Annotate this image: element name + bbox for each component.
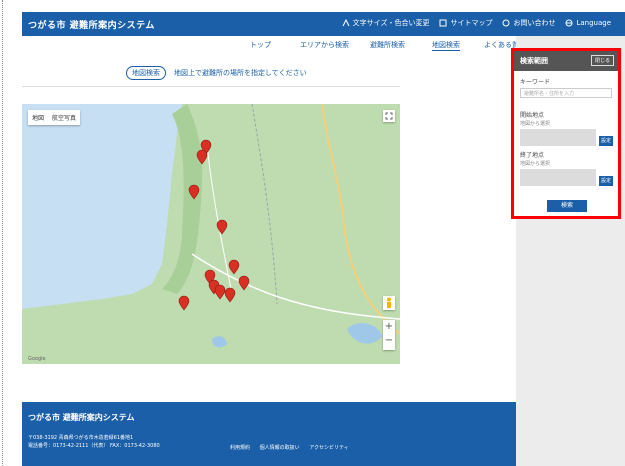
site-brand[interactable]: つがる市 避難所案内システム	[28, 18, 155, 31]
site-header: つがる市 避難所案内システム 文字サイズ・色合い変更 サイトマップ お問い合わせ…	[22, 12, 625, 36]
search-button[interactable]: 検索	[547, 200, 587, 212]
nav-item-map-search[interactable]: 地図検索	[432, 40, 460, 51]
keyword-input[interactable]: 避難所名・住所を入力	[520, 88, 612, 98]
start-point-hint: 地図から選択	[520, 121, 551, 127]
map-type-switch[interactable]: 地図 航空写真	[28, 110, 80, 125]
header-link-label: Language	[576, 19, 611, 27]
page-edge-divider	[2, 0, 3, 466]
start-point-label: 開始地点	[520, 112, 545, 119]
search-panel-title: 検索範囲	[520, 57, 548, 65]
street-view-button[interactable]	[383, 296, 395, 310]
footer-brand: つがる市 避難所案内システム	[28, 413, 135, 422]
footer-address-line: 電話番号：0173-42-2111（代表） FAX：0173-42-3080	[28, 443, 160, 449]
sitemap-icon	[439, 19, 447, 27]
header-link-sitemap[interactable]: サイトマップ	[439, 18, 492, 28]
end-point-set-button[interactable]: 設定	[599, 176, 613, 186]
land-area	[22, 104, 400, 364]
header-link-contact[interactable]: お問い合わせ	[502, 18, 555, 28]
header-link-font-size[interactable]: 文字サイズ・色合い変更	[342, 18, 430, 28]
end-point-label: 終了地点	[520, 152, 545, 159]
map-type-roadmap[interactable]: 地図	[32, 115, 44, 122]
footer-address: 〒038-3192 青森県つがる市木造若緑61番地1 電話番号：0173-42-…	[28, 434, 160, 450]
footer-link-accessibility[interactable]: アクセシビリティ	[309, 445, 348, 451]
end-point-field[interactable]	[520, 169, 596, 186]
nav-item-area-search[interactable]: エリアから検索	[300, 40, 349, 50]
fullscreen-icon	[385, 112, 393, 120]
header-links: 文字サイズ・色合い変更 サイトマップ お問い合わせ Language	[342, 18, 611, 28]
nav-item-top[interactable]: トップ	[250, 40, 271, 50]
footer-link-privacy[interactable]: 個人情報の取扱い	[260, 445, 300, 451]
text-size-icon	[342, 19, 350, 27]
header-link-label: お問い合わせ	[513, 19, 556, 27]
start-point-field[interactable]	[520, 129, 596, 146]
zoom-in-button[interactable]: +	[383, 320, 395, 334]
search-panel-header: 検索範囲 閉じる	[514, 51, 618, 71]
page-badge: 地図検索	[126, 66, 166, 80]
panel-close-button[interactable]: 閉じる	[590, 55, 614, 66]
mail-icon	[502, 19, 510, 27]
main-nav: トップ エリアから検索 避難所検索 地図検索 よくある質問	[22, 36, 526, 54]
footer-link-terms[interactable]: 利用規約	[230, 445, 250, 451]
search-panel: 検索範囲 閉じる キーワード 避難所名・住所を入力 開始地点 地図から選択 設定…	[511, 48, 621, 219]
map-canvas	[22, 104, 400, 364]
start-point-set-button[interactable]: 設定	[599, 136, 613, 146]
map-view[interactable]: 地図 航空写真 + − Google	[22, 104, 400, 364]
header-link-label: サイトマップ	[450, 19, 493, 27]
map-type-satellite[interactable]: 航空写真	[52, 115, 76, 122]
end-point-hint: 地図から選択	[520, 161, 551, 167]
keyword-label: キーワード	[520, 79, 551, 86]
page-heading: 地図検索 地図上で避難所の場所を指定してください	[22, 62, 400, 87]
zoom-control: + −	[383, 320, 395, 350]
page-instruction: 地図上で避難所の場所を指定してください	[174, 69, 307, 77]
header-link-label: 文字サイズ・色合い変更	[352, 19, 430, 27]
fullscreen-button[interactable]	[383, 110, 395, 122]
zoom-out-button[interactable]: −	[383, 334, 395, 348]
footer-links: 利用規約 個人情報の取扱い アクセシビリティ	[230, 444, 357, 451]
pegman-icon	[387, 297, 391, 308]
map-attribution: Google	[28, 356, 46, 362]
header-link-language[interactable]: Language	[565, 18, 611, 28]
globe-icon	[565, 19, 573, 27]
nav-item-shelter-search[interactable]: 避難所検索	[370, 40, 405, 50]
site-footer: つがる市 避難所案内システム 〒038-3192 青森県つがる市木造若緑61番地…	[22, 402, 516, 466]
footer-address-line: 〒038-3192 青森県つがる市木造若緑61番地1	[28, 435, 134, 441]
